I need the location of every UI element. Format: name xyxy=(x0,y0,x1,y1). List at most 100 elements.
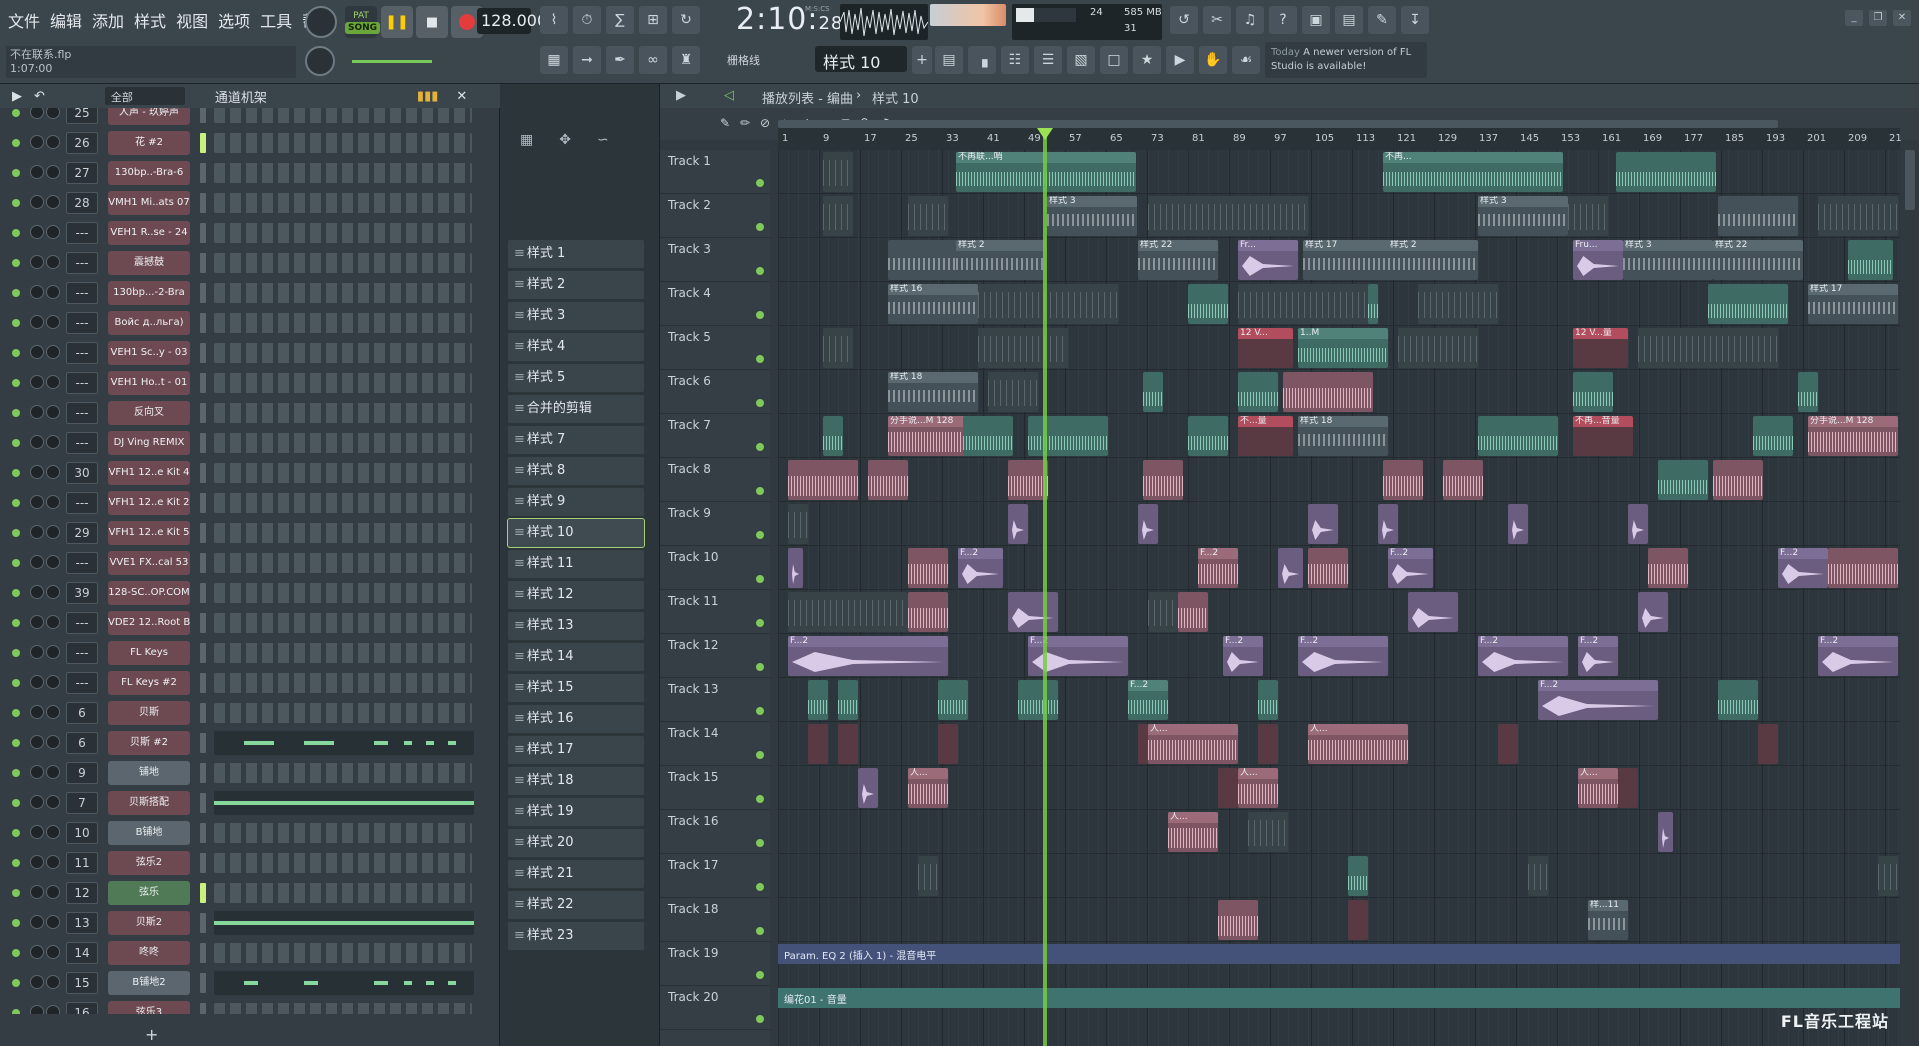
playhead-marker[interactable] xyxy=(1037,128,1053,140)
channel-mixer-track[interactable]: --- xyxy=(66,612,98,634)
playlist-clip[interactable] xyxy=(1498,724,1518,764)
channel-volume-knob[interactable] xyxy=(46,825,60,839)
channel-select-indicator[interactable] xyxy=(200,733,206,753)
playlist-clip[interactable]: F...2 xyxy=(1298,636,1388,676)
countdown-icon[interactable]: ∑ xyxy=(606,6,634,34)
playlist-clip[interactable] xyxy=(1443,460,1483,500)
channel-pan-knob[interactable] xyxy=(30,555,44,569)
track-header[interactable]: Track 16 xyxy=(660,810,770,854)
playlist-lane[interactable]: F...2 F...2 F...2 F...2 F...2 F...2 F...2 xyxy=(778,634,1900,678)
channel-mixer-track[interactable]: 15 xyxy=(66,972,98,994)
channel-mixer-track[interactable]: --- xyxy=(66,372,98,394)
channel-name-button[interactable]: 咚咚 xyxy=(108,941,190,965)
track-active-led[interactable] xyxy=(756,399,764,407)
channel-mixer-track[interactable]: 30 xyxy=(66,462,98,484)
channel-select-indicator[interactable] xyxy=(200,108,206,123)
master-volume-knob[interactable] xyxy=(305,6,337,38)
channel-volume-knob[interactable] xyxy=(46,615,60,629)
channel-step-sequencer[interactable] xyxy=(214,253,472,273)
stamp-icon[interactable]: ♜ xyxy=(672,46,700,74)
playlist-lane[interactable]: F...2 F...2 F...2 F...2 xyxy=(778,546,1900,590)
channel-name-button[interactable]: 弦乐 xyxy=(108,881,190,905)
channel-select-indicator[interactable] xyxy=(200,1003,206,1014)
playlist-clip[interactable] xyxy=(788,460,858,500)
playlist-clip[interactable] xyxy=(1753,416,1793,456)
playlist-clip[interactable]: F...2 xyxy=(1128,680,1168,720)
track-active-led[interactable] xyxy=(756,487,764,495)
channel-row[interactable]: 28 VMH1 Mi..ats 07 xyxy=(0,188,490,218)
playlist-clip[interactable]: 人... xyxy=(1238,768,1278,808)
channel-volume-knob[interactable] xyxy=(46,705,60,719)
cut-icon[interactable]: ✂ xyxy=(1203,6,1231,34)
channel-select-indicator[interactable] xyxy=(200,913,206,933)
playlist-clip[interactable] xyxy=(1258,680,1278,720)
playlist-clip[interactable]: 样式 18 xyxy=(888,372,978,412)
channel-pan-knob[interactable] xyxy=(30,195,44,209)
playlist-clip[interactable] xyxy=(1616,152,1716,192)
track-header[interactable]: Track 18 xyxy=(660,898,770,942)
channel-volume-knob[interactable] xyxy=(46,435,60,449)
playlist-clip[interactable] xyxy=(1148,196,1308,236)
playlist-clip[interactable] xyxy=(1638,328,1778,368)
playlist-clip[interactable] xyxy=(1648,548,1688,588)
playlist-lane[interactable]: 不再联...哨 不再... xyxy=(778,150,1900,194)
channel-step-sequencer[interactable] xyxy=(214,313,472,333)
track-active-led[interactable] xyxy=(756,795,764,803)
playlist-lane[interactable]: 样式 2 样式 22 Fr... 样式 17 样式 2 Fru... 样式 3 样式 22 xyxy=(778,238,1900,282)
channel-mixer-track[interactable]: 26 xyxy=(66,132,98,154)
pat-song-toggle[interactable]: PAT SONG xyxy=(345,6,381,38)
channel-select-indicator[interactable] xyxy=(200,553,206,573)
playlist-clip[interactable]: 样...11 xyxy=(1588,900,1628,940)
playlist-clip[interactable] xyxy=(1818,196,1898,236)
channel-row[interactable]: 6 贝斯 xyxy=(0,698,490,728)
playlist-clip[interactable] xyxy=(1718,680,1758,720)
track-active-led[interactable] xyxy=(756,311,764,319)
channel-select-indicator[interactable] xyxy=(200,583,206,603)
pattern-item[interactable]: 样式 9 xyxy=(508,488,644,516)
channel-step-sequencer[interactable] xyxy=(214,223,472,243)
restore-icon[interactable]: ❐ xyxy=(1869,10,1887,26)
playlist-lane[interactable]: F...2 F...2 xyxy=(778,678,1900,722)
timeline-ruler[interactable]: 1 9 17 25 33 41 49 57 65 73 81 89 97 105 113 121 129 137 1… xyxy=(778,128,1902,150)
playlist-clip[interactable] xyxy=(1848,240,1893,280)
playlist-clip[interactable] xyxy=(918,856,938,896)
channel-pan-knob[interactable] xyxy=(30,885,44,899)
playlist-clip[interactable] xyxy=(823,328,853,368)
pattern-item[interactable]: 样式 18 xyxy=(508,767,644,795)
undo-icon[interactable]: ↺ xyxy=(1170,6,1198,34)
pattern-item[interactable]: 样式 8 xyxy=(508,457,644,485)
playlist-clip[interactable] xyxy=(908,548,948,588)
channel-select-indicator[interactable] xyxy=(200,973,206,993)
channel-step-sequencer[interactable] xyxy=(214,1003,472,1014)
channel-select-indicator[interactable] xyxy=(200,703,206,723)
channel-filter[interactable]: 全部 xyxy=(104,87,185,105)
playlist-clip[interactable]: Fru... xyxy=(1573,240,1623,280)
channel-volume-knob[interactable] xyxy=(46,915,60,929)
channel-volume-knob[interactable] xyxy=(46,975,60,989)
pattern-item[interactable]: 样式 17 xyxy=(508,736,644,764)
delete-icon[interactable]: ⊘ xyxy=(760,116,770,130)
pattern-item[interactable]: 样式 11 xyxy=(508,550,644,578)
channel-mixer-track[interactable]: 6 xyxy=(66,702,98,724)
brush-icon[interactable]: ✒ xyxy=(606,46,634,74)
channel-name-button[interactable]: 贝斯2 xyxy=(108,911,190,935)
track-header[interactable]: Track 19 xyxy=(660,942,770,986)
channel-step-sequencer[interactable] xyxy=(214,493,472,513)
channel-mixer-track[interactable]: --- xyxy=(66,552,98,574)
playlist-clip[interactable] xyxy=(1008,592,1058,632)
channel-mixer-track[interactable]: --- xyxy=(66,672,98,694)
channel-row[interactable]: --- FL Keys xyxy=(0,638,490,668)
playlist-lane[interactable] xyxy=(778,458,1900,502)
save-as-icon[interactable]: ▤ xyxy=(1335,6,1363,34)
paint-icon[interactable]: ✏ xyxy=(740,116,750,130)
track-header[interactable]: Track 20 xyxy=(660,986,770,1030)
channel-pan-knob[interactable] xyxy=(30,675,44,689)
close-icon[interactable]: ✕ xyxy=(1893,10,1911,26)
channel-mute-led[interactable] xyxy=(12,529,20,537)
channel-row[interactable]: 12 弦乐 xyxy=(0,878,490,908)
playlist-clip[interactable]: 人... xyxy=(1308,724,1408,764)
playlist-clip[interactable] xyxy=(1248,812,1288,852)
playlist-clip[interactable] xyxy=(788,504,808,544)
channel-name-button[interactable]: VFH1 12..e Kit 4 xyxy=(108,461,190,485)
metronome-icon[interactable]: ⌇ xyxy=(540,6,568,34)
